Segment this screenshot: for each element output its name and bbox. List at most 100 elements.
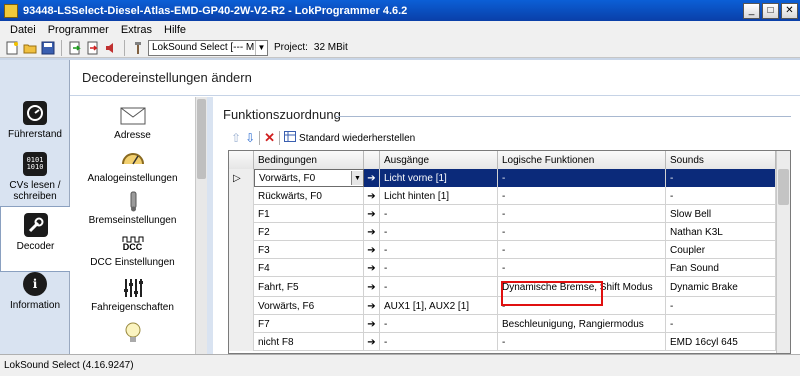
outputs-cell[interactable]: - (380, 277, 498, 297)
sound-cell[interactable]: - (666, 169, 776, 187)
condition-cell[interactable]: Rückwärts, F0 (254, 187, 364, 205)
table-row[interactable]: F1 ➔ - - Slow Bell (229, 205, 776, 223)
category-licht[interactable] (70, 322, 195, 347)
sound-cell[interactable]: - (666, 297, 776, 315)
grid-header-ausgaenge[interactable]: Ausgänge (380, 151, 498, 169)
category-analog[interactable]: Analogeinstellungen (70, 148, 195, 184)
chevron-down-icon[interactable]: ▼ (255, 40, 267, 55)
outputs-cell[interactable]: - (380, 205, 498, 223)
category-dcc[interactable]: DCC DCC Einstellungen (70, 232, 195, 268)
outputs-cell[interactable]: - (380, 333, 498, 351)
row-indicator: ▷ (229, 169, 254, 187)
sound-cell[interactable]: - (666, 187, 776, 205)
title-bar: 93448-LSSelect-Diesel-Atlas-EMD-GP40-2W-… (0, 0, 800, 21)
open-folder-icon[interactable] (22, 40, 38, 56)
scrollbar-thumb[interactable] (778, 169, 789, 205)
row-indicator (229, 241, 254, 259)
toolbar-separator (124, 39, 125, 56)
sound-cell[interactable]: Coupler (666, 241, 776, 259)
category-bremse[interactable]: Bremseinstellungen (70, 190, 195, 226)
new-file-icon[interactable] (4, 40, 20, 56)
write-decoder-icon[interactable] (85, 40, 101, 56)
logic-cell[interactable]: Beschleunigung, Rangiermodus (498, 315, 666, 333)
logic-cell[interactable]: - (498, 259, 666, 277)
category-label: Adresse (114, 130, 151, 141)
outputs-cell[interactable]: Licht vorne [1] (380, 169, 498, 187)
condition-combo[interactable]: Vorwärts, F0 ▼ (254, 169, 364, 187)
sound-cell[interactable]: Dynamic Brake (666, 277, 776, 297)
condition-cell[interactable]: F4 (254, 259, 364, 277)
dcc-icon: DCC (118, 232, 148, 254)
table-row[interactable]: F4 ➔ - - Fan Sound (229, 259, 776, 277)
condition-cell[interactable]: Fahrt, F5 (254, 277, 364, 297)
outputs-cell[interactable]: - (380, 315, 498, 333)
toolbar-separator (61, 39, 62, 56)
menu-datei[interactable]: Datei (4, 24, 42, 36)
close-button[interactable]: ✕ (781, 2, 798, 19)
table-row[interactable]: nicht F8 ➔ - - EMD 16cyl 645 (229, 333, 776, 351)
table-icon (284, 131, 297, 145)
table-row[interactable]: F3 ➔ - - Coupler (229, 241, 776, 259)
sound-cell[interactable]: EMD 16cyl 645 (666, 333, 776, 351)
grid-scrollbar[interactable] (776, 151, 790, 353)
outputs-cell[interactable]: AUX1 [1], AUX2 [1] (380, 297, 498, 315)
table-row[interactable]: ▷ Vorwärts, F0 ▼ ➔ Licht vorne [1] - - (229, 169, 776, 187)
condition-cell[interactable]: F7 (254, 315, 364, 333)
grid-header-sounds[interactable]: Sounds (666, 151, 776, 169)
table-row[interactable]: Rückwärts, F0 ➔ Licht hinten [1] - - (229, 187, 776, 205)
logic-cell[interactable]: - (498, 187, 666, 205)
logic-cell[interactable]: - (498, 223, 666, 241)
logic-cell[interactable]: - (498, 205, 666, 223)
minimize-button[interactable]: _ (743, 2, 760, 19)
save-icon[interactable] (40, 40, 56, 56)
scrollbar-thumb[interactable] (197, 99, 206, 179)
arrow-right-icon: ➔ (364, 187, 380, 205)
move-down-icon[interactable]: ⇩ (245, 131, 255, 145)
grid-header-logische-funktionen[interactable]: Logische Funktionen (498, 151, 666, 169)
tool-icon[interactable] (130, 40, 146, 56)
condition-cell[interactable]: F1 (254, 205, 364, 223)
sound-cell[interactable]: Nathan K3L (666, 223, 776, 241)
table-row[interactable]: F2 ➔ - - Nathan K3L (229, 223, 776, 241)
delete-icon[interactable]: ✕ (264, 130, 275, 146)
category-adresse[interactable]: Adresse (70, 105, 195, 141)
sound-cell[interactable]: Fan Sound (666, 259, 776, 277)
menu-hilfe[interactable]: Hilfe (158, 24, 192, 36)
menu-programmer[interactable]: Programmer (42, 24, 115, 36)
outputs-cell[interactable]: - (380, 223, 498, 241)
nav-information[interactable]: i Information (0, 266, 70, 332)
condition-cell[interactable]: nicht F8 (254, 333, 364, 351)
condition-cell[interactable]: Vorwärts, F6 (254, 297, 364, 315)
condition-cell[interactable]: F2 (254, 223, 364, 241)
sound-cell[interactable]: - (666, 315, 776, 333)
restore-defaults-label: Standard wiederherstellen (299, 132, 416, 144)
project-value: 32 MBit (313, 42, 348, 53)
chevron-down-icon[interactable]: ▼ (351, 171, 363, 185)
menu-extras[interactable]: Extras (115, 24, 158, 36)
logic-cell[interactable]: - (498, 333, 666, 351)
read-decoder-icon[interactable] (67, 40, 83, 56)
project-label: Project: (274, 42, 308, 53)
outputs-cell[interactable]: - (380, 259, 498, 277)
move-up-icon[interactable]: ⇧ (231, 131, 241, 145)
decoder-select[interactable]: LokSound Select [--- MBit] ▼ (148, 39, 268, 56)
logic-cell[interactable]: - (498, 241, 666, 259)
nav-cvs[interactable]: 0101 1010 CVs lesen / schreiben (0, 146, 70, 212)
grid-header-bedingungen[interactable]: Bedingungen (254, 151, 364, 169)
category-fahreigenschaften[interactable]: Fahreigenschaften (70, 277, 195, 313)
sound-cell[interactable]: Slow Bell (666, 205, 776, 223)
brake-icon (118, 190, 148, 212)
outputs-cell[interactable]: Licht hinten [1] (380, 187, 498, 205)
maximize-button[interactable]: □ (762, 2, 779, 19)
restore-defaults-button[interactable]: Standard wiederherstellen (284, 131, 415, 145)
table-row[interactable]: F7 ➔ - Beschleunigung, Rangiermodus - (229, 315, 776, 333)
nav-decoder[interactable]: Decoder (0, 206, 70, 272)
outputs-cell[interactable]: - (380, 241, 498, 259)
grid-toolbar-separator (259, 131, 261, 145)
condition-cell[interactable]: F3 (254, 241, 364, 259)
category-scrollbar[interactable] (195, 97, 207, 354)
lightbulb-icon (118, 322, 148, 344)
main-panel: Decodereinstellungen ändern Adresse Anal… (70, 60, 800, 354)
sound-icon[interactable] (103, 40, 119, 56)
logic-cell[interactable]: - (498, 169, 666, 187)
